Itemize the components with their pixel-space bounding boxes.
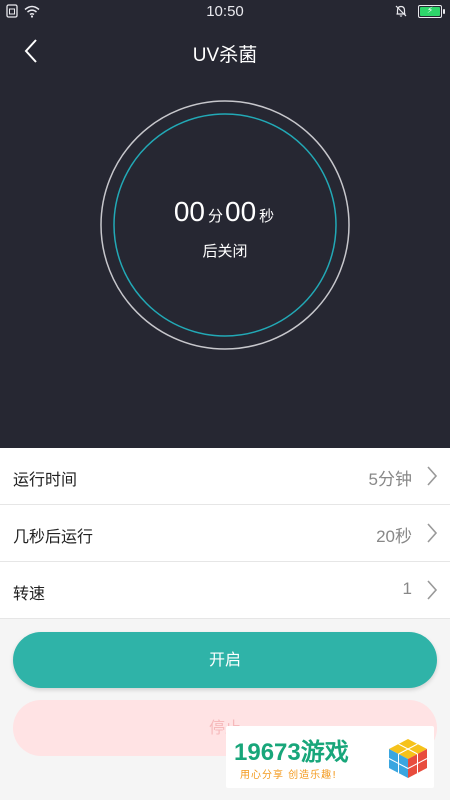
setting-row-run-time[interactable]: 运行时间 5分钟 [0,448,450,505]
setting-label: 几秒后运行 [13,527,94,546]
countdown-display: 00 分00 秒 [100,196,350,228]
timer-suffix: 后关闭 [202,242,248,260]
setting-row-speed[interactable]: 转速 1 [0,562,450,619]
status-bar: 10:50 ⚡ [0,0,450,24]
battery-icon: ⚡ [418,4,445,18]
timer-minutes-unit: 分 [207,208,223,225]
watermark-logo: 19673游戏 用心分享 创造乐趣! [226,726,434,788]
watermark-brand: 19673游戏 [234,739,349,766]
setting-label: 转速 [13,584,46,603]
setting-value: 1 [402,579,412,598]
cube-logo-icon [388,739,428,778]
status-time: 10:50 [206,3,244,20]
setting-label: 运行时间 [13,470,78,489]
setting-row-delay[interactable]: 几秒后运行 20秒 [0,505,450,562]
timer-minutes: 00 [173,196,205,227]
header-area: 10:50 ⚡ UV杀菌 00 分00 秒 后关闭 [0,0,450,448]
watermark-tagline: 用心分享 创造乐趣! [240,770,338,781]
nav-bar: UV杀菌 [0,24,450,80]
setting-value: 5分钟 [368,470,412,489]
timer-seconds-unit: 秒 [259,208,275,225]
timer-seconds: 00 [225,196,257,227]
chevron-right-icon [427,580,438,600]
bell-muted-icon [395,5,407,17]
setting-value: 20秒 [376,527,412,546]
start-button[interactable]: 开启 [13,632,437,688]
settings-list: 运行时间 5分钟 几秒后运行 20秒 转速 1 [0,448,450,619]
chevron-right-icon [427,523,438,543]
page-title: UV杀菌 [192,45,258,66]
timer-ring: 00 分00 秒 后关闭 [100,100,350,350]
chevron-right-icon [427,466,438,486]
